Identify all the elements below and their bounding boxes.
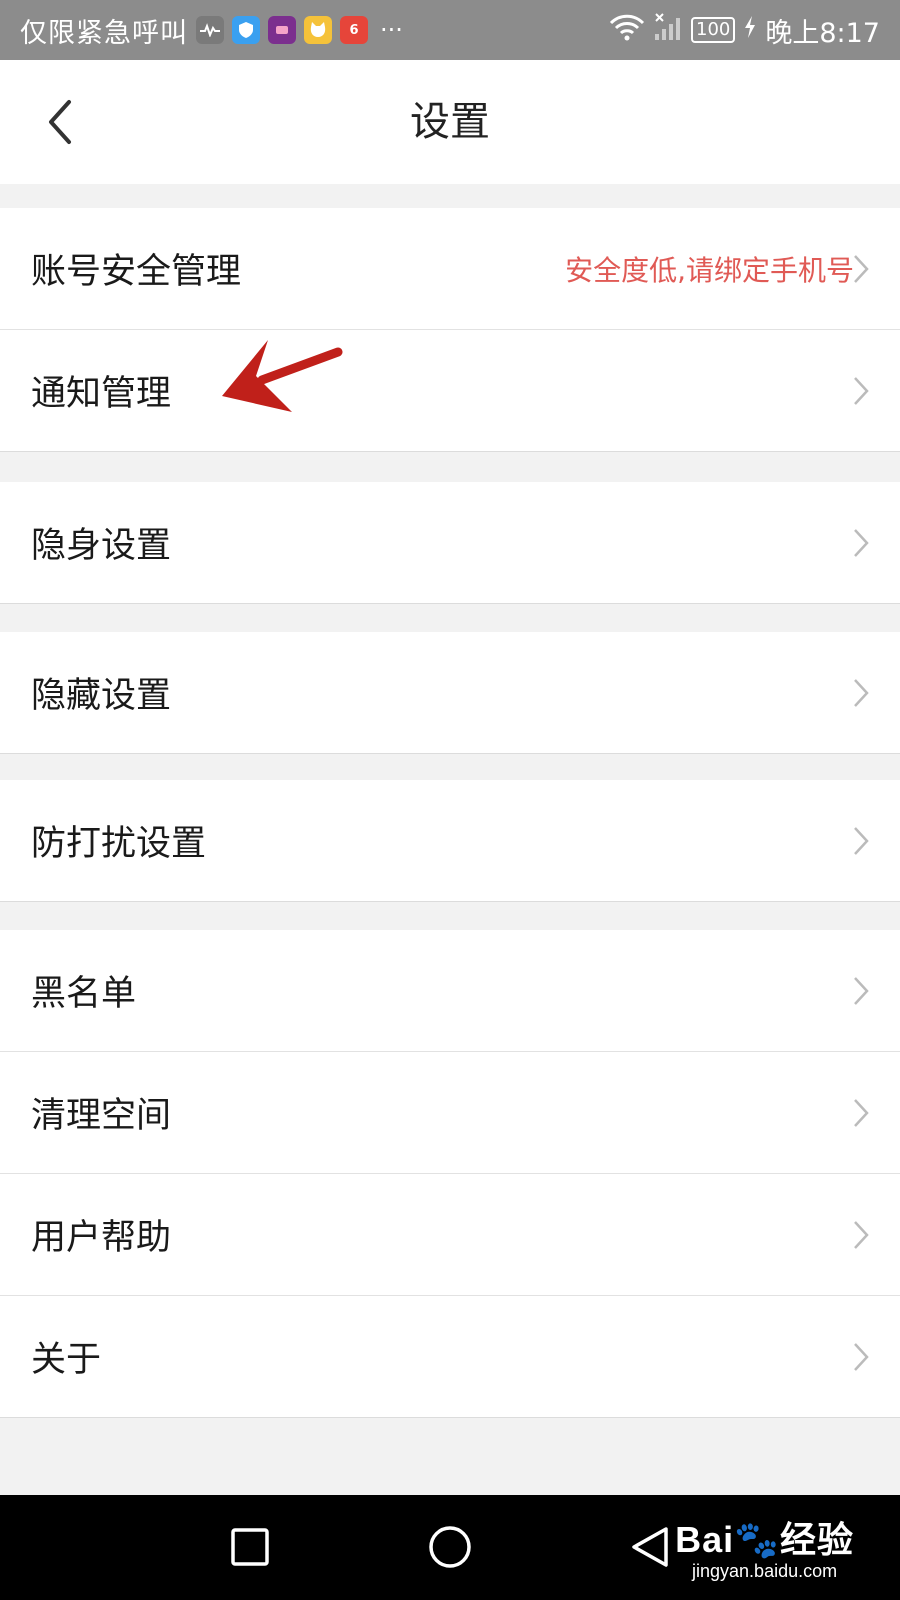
notification-icons: 6 ··· bbox=[196, 16, 403, 44]
annotation-arrow-icon bbox=[222, 340, 343, 412]
chevron-left-icon bbox=[49, 100, 71, 144]
row-label: 清理空间 bbox=[31, 1096, 172, 1136]
settings-group-hidden: 隐藏设置 bbox=[0, 632, 900, 754]
hidden-settings-row[interactable]: 隐藏设置 bbox=[0, 632, 900, 754]
do-not-disturb-row[interactable]: 防打扰设置 bbox=[0, 780, 900, 902]
back-nav-button[interactable] bbox=[620, 1517, 680, 1577]
row-label: 防打扰设置 bbox=[31, 824, 207, 864]
notification-management-row[interactable]: 通知管理 bbox=[0, 330, 900, 452]
about-row[interactable]: 关于 bbox=[0, 1296, 900, 1418]
row-label: 账号安全管理 bbox=[31, 252, 242, 292]
status-bar: 仅限紧急呼叫 6 ··· 100 晚上8:17 bbox=[0, 0, 900, 60]
more-notifications-icon: ··· bbox=[380, 16, 403, 44]
chevron-right-icon bbox=[854, 977, 869, 1005]
shield-app-icon bbox=[232, 16, 260, 44]
user-help-row[interactable]: 用户帮助 bbox=[0, 1174, 900, 1296]
account-security-row[interactable]: 账号安全管理 安全度低,请绑定手机号 bbox=[0, 208, 900, 330]
home-button[interactable] bbox=[420, 1517, 480, 1577]
activity-monitor-icon bbox=[196, 16, 224, 44]
chevron-right-icon bbox=[854, 827, 869, 855]
blacklist-row[interactable]: 黑名单 bbox=[0, 930, 900, 1052]
chevron-right-icon bbox=[854, 1221, 869, 1249]
carrier-text: 仅限紧急呼叫 bbox=[20, 17, 188, 49]
chevron-right-icon bbox=[854, 679, 869, 707]
chevron-right-icon bbox=[854, 1343, 869, 1371]
music-app-icon bbox=[268, 16, 296, 44]
row-label: 隐身设置 bbox=[31, 526, 172, 566]
battery-indicator: 100 bbox=[691, 17, 736, 43]
cat-app-icon bbox=[304, 16, 332, 44]
no-signal-icon bbox=[653, 12, 683, 49]
row-label: 关于 bbox=[31, 1340, 102, 1380]
chevron-right-icon bbox=[854, 255, 869, 283]
six-app-icon: 6 bbox=[340, 16, 368, 44]
baidu-jingyan-watermark: Bai🐾经验 jingyan.baidu.com bbox=[675, 1511, 854, 1582]
settings-group-do-not-disturb: 防打扰设置 bbox=[0, 780, 900, 902]
settings-group-misc: 黑名单 清理空间 用户帮助 关于 bbox=[0, 930, 900, 1418]
triangle-back-icon bbox=[632, 1527, 668, 1567]
security-hint: 安全度低,请绑定手机号 bbox=[565, 253, 854, 287]
settings-group-account: 账号安全管理 安全度低,请绑定手机号 通知管理 bbox=[0, 208, 900, 452]
wifi-icon bbox=[609, 13, 645, 48]
back-button[interactable] bbox=[30, 92, 90, 152]
clear-space-row[interactable]: 清理空间 bbox=[0, 1052, 900, 1174]
system-nav-bar: Bai🐾经验 jingyan.baidu.com bbox=[0, 1495, 900, 1600]
circle-icon bbox=[429, 1526, 471, 1568]
row-label: 通知管理 bbox=[31, 374, 172, 414]
clock: 晚上8:17 bbox=[765, 17, 880, 49]
invisible-settings-row[interactable]: 隐身设置 bbox=[0, 482, 900, 604]
watermark-logo: Bai🐾经验 bbox=[675, 1519, 854, 1560]
chevron-right-icon bbox=[854, 1099, 869, 1127]
square-icon bbox=[231, 1528, 269, 1566]
charging-icon bbox=[743, 15, 757, 46]
system-status: 100 晚上8:17 bbox=[609, 11, 880, 50]
app-header: 设置 bbox=[0, 60, 900, 184]
watermark-url: jingyan.baidu.com bbox=[692, 1561, 838, 1581]
page-title: 设置 bbox=[410, 99, 490, 145]
row-label: 黑名单 bbox=[31, 974, 137, 1014]
row-label: 用户帮助 bbox=[31, 1218, 172, 1258]
chevron-right-icon bbox=[854, 529, 869, 557]
chevron-right-icon bbox=[854, 377, 869, 405]
settings-group-invisible: 隐身设置 bbox=[0, 482, 900, 604]
row-label: 隐藏设置 bbox=[31, 676, 172, 716]
recent-apps-button[interactable] bbox=[220, 1517, 280, 1577]
